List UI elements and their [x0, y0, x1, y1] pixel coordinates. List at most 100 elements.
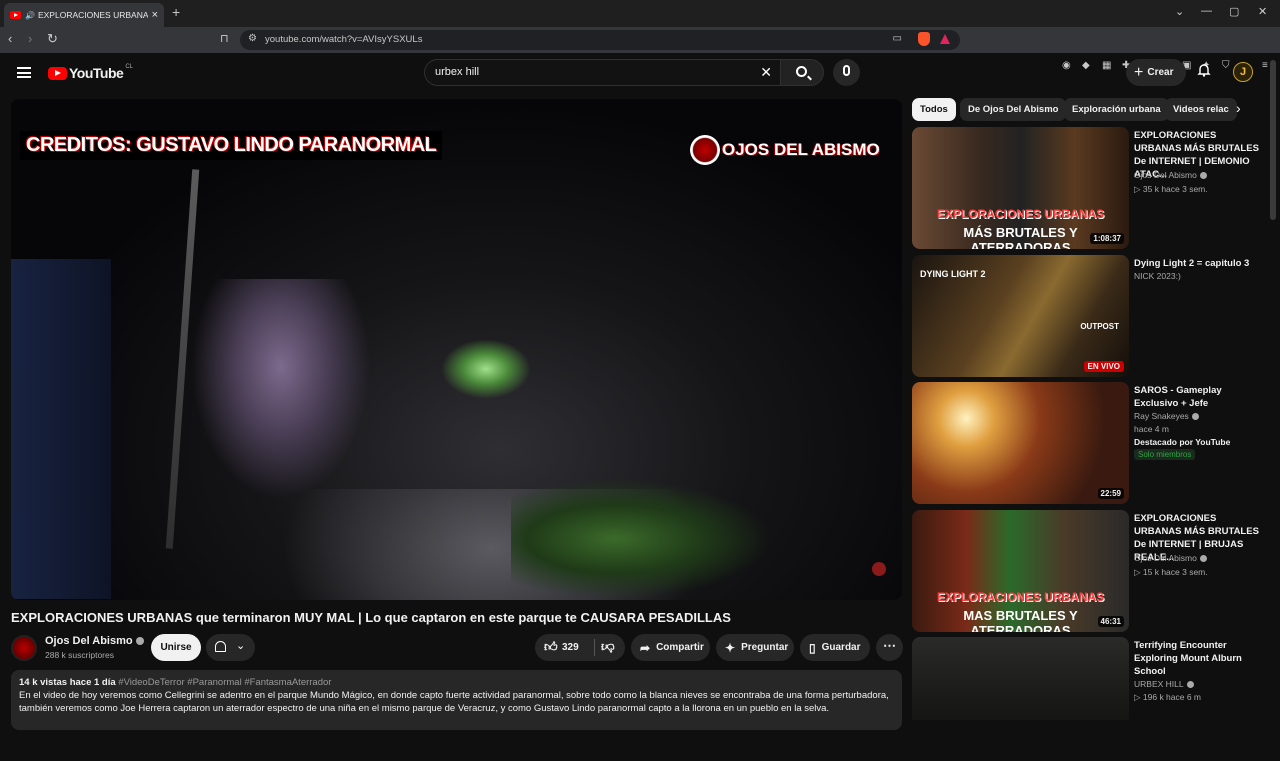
recommendation-thumbnail[interactable]	[912, 637, 1129, 720]
ask-button[interactable]: ✦ Preguntar	[716, 634, 794, 661]
description-line-1: En el video de hoy veremos como Cellegri…	[19, 690, 889, 701]
recommendation-thumbnail[interactable]: EXPLORACIONES URBANAS MAS BRUTALES Y ATE…	[912, 510, 1129, 632]
chevron-right-icon[interactable]: ›	[1236, 100, 1241, 116]
chip-todos[interactable]: Todos	[912, 98, 956, 121]
account-avatar[interactable]: J	[1233, 62, 1253, 82]
bookmark-icon[interactable]: ⊓	[220, 32, 229, 45]
like-separator	[594, 639, 595, 656]
page-scrollbar[interactable]	[1270, 60, 1276, 220]
thumbnail-text-top: EXPLORACIONES URBANAS	[936, 590, 1105, 604]
plus-icon: +	[1134, 63, 1144, 81]
youtube-play-icon	[48, 66, 67, 80]
thumbnail-text-bottom: OUTPOST	[1080, 322, 1119, 331]
back-icon[interactable]: ‹	[8, 31, 12, 46]
recommendation-item[interactable]: EXPLORACIONES URBANAS MAS BRUTALES Y ATE…	[912, 510, 1262, 632]
recommendation-title[interactable]: Terrifying Encounter Exploring Mount Alb…	[1134, 639, 1262, 678]
video-scene-flowers	[191, 279, 371, 499]
chip-channel[interactable]: De Ojos Del Abismo	[960, 98, 1067, 121]
search-icon	[796, 66, 807, 77]
bookmark-save-icon: ▯	[809, 640, 816, 655]
close-tab-icon[interactable]: ×	[152, 9, 158, 21]
recommendation-item[interactable]: Terrifying Encounter Exploring Mount Alb…	[912, 637, 1262, 720]
recommendation-item[interactable]: DYING LIGHT 2 OUTPOST EN VIVO Dying Ligh…	[912, 255, 1262, 377]
tab-list-icon[interactable]: ⌄	[1175, 5, 1184, 18]
video-scene-bushes	[511, 479, 771, 599]
branding-dot[interactable]	[872, 562, 886, 576]
microphone-icon	[843, 65, 850, 76]
youtube-header: YouTube CL urbex hill ✕ + Crear J	[0, 53, 1268, 93]
join-button[interactable]: Unirse	[151, 634, 201, 661]
search-input[interactable]: urbex hill ✕	[424, 59, 780, 86]
chip-related[interactable]: Videos relac	[1165, 98, 1237, 121]
create-button[interactable]: + Crear	[1126, 59, 1186, 86]
like-dislike-group: 👍︎ 329 👍︎	[535, 634, 625, 661]
new-tab-icon[interactable]: +	[172, 4, 180, 20]
recommendation-channel[interactable]: NICK 2023:)	[1134, 271, 1181, 281]
youtube-logo[interactable]: YouTube CL	[48, 64, 133, 81]
video-title: EXPLORACIONES URBANAS que terminaron MUY…	[11, 610, 731, 625]
notifications-bell-icon[interactable]	[1197, 63, 1211, 77]
more-actions-button[interactable]: ⋯	[876, 634, 903, 661]
forward-icon[interactable]: ›	[28, 31, 32, 46]
filter-chips: Todos De Ojos Del Abismo Exploración urb…	[912, 98, 1252, 121]
subscription-bell-button[interactable]: ⌄	[206, 634, 255, 661]
duration-badge: 46:31	[1097, 616, 1124, 627]
featured-note: Destacado por YouTube	[1134, 437, 1231, 447]
recommendation-meta: ▷ 15 k hace 3 sem.	[1134, 567, 1208, 577]
hashtags[interactable]: #VideoDeTerror #Paranormal #FantasmaAter…	[118, 677, 331, 688]
close-window-icon[interactable]: ✕	[1258, 5, 1267, 18]
video-scene-light	[441, 339, 531, 399]
chip-urban-exploration[interactable]: Exploración urbana	[1064, 98, 1169, 121]
tab-title: EXPLORACIONES URBANAS q	[37, 10, 148, 20]
recommendation-title[interactable]: SAROS - Gameplay Exclusivo + Jefe	[1134, 384, 1262, 410]
recommendation-item[interactable]: 22:59 SAROS - Gameplay Exclusivo + Jefe …	[912, 382, 1262, 504]
description-box[interactable]: 14 k vistas hace 1 día #VideoDeTerror #P…	[11, 670, 902, 730]
brave-rewards-icon[interactable]	[940, 34, 950, 44]
description-line-2: también veremos como Joe Herrera captaro…	[19, 703, 830, 714]
share-button[interactable]: ➦ Compartir	[631, 634, 710, 661]
maximize-icon[interactable]: ▢	[1229, 5, 1239, 18]
chevron-down-icon: ⌄	[236, 640, 246, 652]
save-button[interactable]: ▯ Guardar	[800, 634, 870, 661]
dislike-icon[interactable]: 👍︎	[601, 639, 615, 655]
search-value: urbex hill	[435, 66, 480, 78]
voice-search-button[interactable]	[833, 59, 860, 86]
recommendation-meta: ▷ 196 k hace 6 m	[1134, 692, 1202, 702]
brave-shield-icon[interactable]	[918, 32, 930, 46]
like-count[interactable]: 329	[562, 642, 579, 653]
channel-avatar[interactable]	[11, 635, 37, 661]
reload-icon[interactable]: ↻	[47, 31, 58, 47]
url-text: youtube.com/watch?v=AVIsyYSXULs	[265, 34, 423, 45]
minimize-icon[interactable]: —	[1201, 5, 1212, 17]
eye-logo-icon	[690, 135, 720, 165]
clear-search-icon[interactable]: ✕	[760, 64, 772, 81]
cast-icon[interactable]: ▭	[893, 33, 902, 44]
search-button[interactable]	[780, 59, 824, 86]
recommendation-channel[interactable]: URBEX HILL	[1134, 679, 1194, 689]
live-badge: EN VIVO	[1083, 361, 1124, 372]
verified-icon	[1199, 555, 1207, 563]
recommendation-thumbnail[interactable]: DYING LIGHT 2 OUTPOST EN VIVO	[912, 255, 1129, 377]
recommendation-thumbnail[interactable]: 22:59	[912, 382, 1129, 504]
video-credit-overlay: CREDITOS: GUSTAVO LINDO PARANORMAL	[20, 131, 443, 160]
recommendation-item[interactable]: EXPLORACIONES URBANAS MÁS BRUTALES Y ATE…	[912, 127, 1262, 249]
recommendation-meta: ▷ 35 k hace 3 sem.	[1134, 184, 1208, 194]
site-settings-icon[interactable]: ⚙	[248, 33, 257, 44]
recommendation-thumbnail[interactable]: EXPLORACIONES URBANAS MÁS BRUTALES Y ATE…	[912, 127, 1129, 249]
video-player[interactable]: CREDITOS: GUSTAVO LINDO PARANORMAL OJOS …	[11, 99, 902, 600]
browser-tab[interactable]: 🔊 EXPLORACIONES URBANAS q ×	[4, 3, 164, 27]
recommendation-title[interactable]: Dying Light 2 = capitulo 3	[1134, 257, 1262, 270]
duration-badge: 1:08:37	[1090, 233, 1124, 244]
channel-name[interactable]: Ojos Del Abismo	[45, 635, 144, 647]
thumbnail-text-top: EXPLORACIONES URBANAS	[936, 207, 1105, 221]
recommendation-channel[interactable]: Ojos Del Abismo	[1134, 170, 1207, 180]
verified-icon	[135, 637, 144, 646]
recommendation-channel[interactable]: Ray Snakeyes	[1134, 411, 1199, 421]
menu-icon[interactable]	[17, 67, 31, 78]
url-bar[interactable]: ⚙ youtube.com/watch?v=AVIsyYSXULs ▭	[240, 30, 960, 50]
recommendation-channel[interactable]: Ojos Del Abismo	[1134, 553, 1207, 563]
country-code: CL	[125, 64, 133, 70]
thumbnail-text-bottom: MAS BRUTALES Y ATERRADORAS	[963, 608, 1078, 632]
speaker-icon[interactable]: 🔊	[25, 11, 35, 20]
thumbnail-text-top: DYING LIGHT 2	[920, 269, 986, 279]
